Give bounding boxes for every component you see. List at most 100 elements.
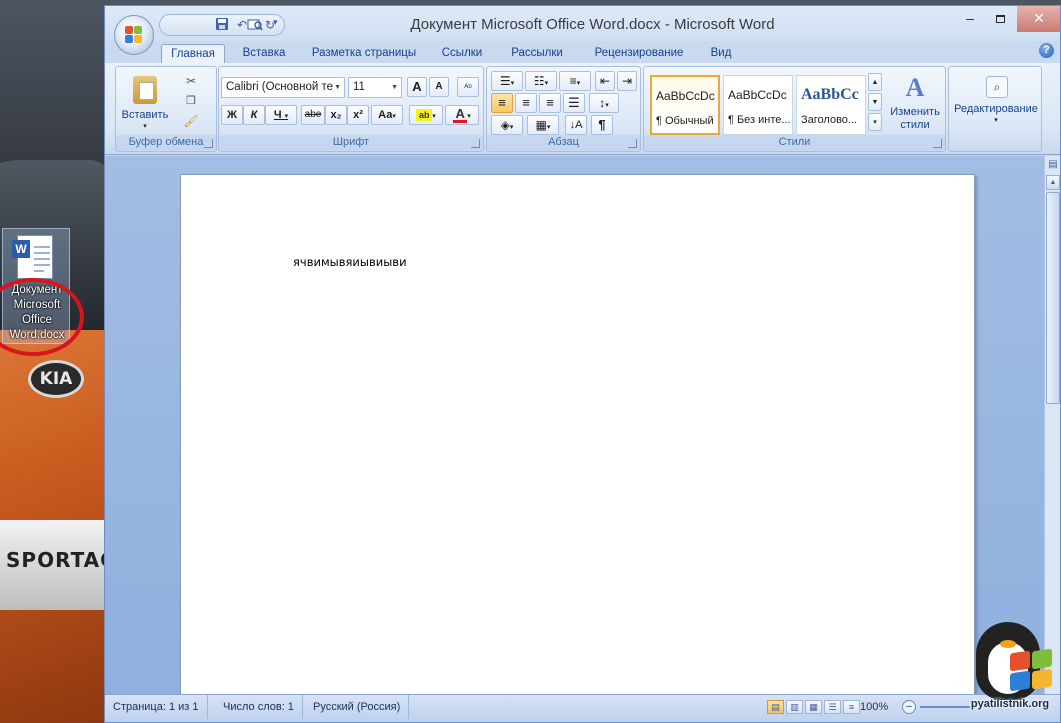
chevron-down-icon: ▾ (994, 117, 998, 124)
decrease-indent-icon[interactable]: ⇤ (595, 71, 615, 91)
align-center-icon[interactable]: ≡ (515, 93, 537, 113)
word-document-icon (12, 235, 53, 279)
align-left-icon[interactable]: ≡ (491, 93, 513, 113)
office-button[interactable] (114, 15, 154, 55)
font-size-input[interactable]: 11 ▼ (348, 77, 402, 98)
scroll-thumb[interactable] (1046, 192, 1060, 404)
help-icon[interactable]: ? (1039, 43, 1054, 58)
tab-review[interactable]: Рецензирование (583, 44, 695, 63)
align-right-icon[interactable]: ≡ (539, 93, 561, 113)
italic-button[interactable]: К (243, 105, 265, 125)
minimize-button[interactable]: – (957, 6, 983, 32)
dialog-launcher-icon[interactable] (204, 139, 213, 148)
line-spacing-icon[interactable]: ↕▾ (589, 93, 619, 113)
web-layout-icon[interactable]: ▦ (805, 700, 822, 714)
shading-icon[interactable]: ◈▾ (491, 115, 523, 135)
increase-indent-icon[interactable]: ⇥ (617, 71, 637, 91)
tab-view[interactable]: Вид (705, 44, 737, 63)
chevron-down-icon[interactable]: ▼ (868, 93, 882, 111)
full-screen-reading-icon[interactable]: ▥ (786, 700, 803, 714)
office-logo-icon (125, 26, 143, 44)
word-count[interactable]: Число слов: 1 (215, 695, 303, 719)
bold-button[interactable]: Ж (221, 105, 243, 125)
font-name-input[interactable]: Calibri (Основной те ▼ (221, 77, 345, 98)
language-indicator[interactable]: Русский (Россия) (305, 695, 410, 719)
font-color-button[interactable]: A ▾ (445, 105, 479, 125)
document-page[interactable]: ячвимывяиывиыви (180, 174, 975, 714)
tab-page-layout[interactable]: Разметка страницы (303, 44, 425, 63)
borders-icon[interactable]: ▦▾ (527, 115, 559, 135)
style-no-spacing[interactable]: AaBbCcDc ¶ Без инте... (723, 75, 793, 135)
tab-insert[interactable]: Вставка (233, 44, 295, 63)
multilevel-list-icon[interactable]: ≡▾ (559, 71, 591, 91)
subscript-button[interactable]: x₂ (325, 105, 347, 125)
car-model-badge: SPORTAG (6, 548, 118, 572)
title-bar: ↶ ▾ ↻ ▾ Документ Microsoft Office Word.d… (105, 6, 1060, 41)
strikethrough-button[interactable]: abe (301, 105, 325, 125)
style-name: Заголово... (801, 114, 858, 126)
ribbon: Вставить ▾ ✂ ❐ 🖌 Буфер обмена Calibri (О… (105, 63, 1060, 155)
grow-font-button[interactable]: A (407, 77, 427, 97)
chevron-down-icon: ▾ (432, 113, 436, 120)
binoculars-icon: ⌕ (986, 76, 1008, 98)
style-name: ¶ Обычный (656, 115, 714, 127)
style-preview: AaBbCcDc (656, 89, 715, 103)
paragraph-group-label: Абзац (487, 135, 640, 150)
chevron-down-icon: ▼ (391, 84, 398, 91)
format-painter-icon[interactable]: 🖌 (178, 111, 204, 129)
font-group-label: Шрифт (219, 135, 483, 150)
clear-formatting-icon[interactable]: ᴬᵇ (457, 77, 479, 97)
sort-icon[interactable]: ↓A (565, 115, 587, 135)
vertical-scrollbar[interactable]: ▤ ▲ (1044, 156, 1060, 694)
watermark-text: pyatilistnik.org (970, 698, 1050, 710)
change-styles-label: Изменить стили (890, 106, 940, 131)
shrink-font-button[interactable]: A (429, 77, 449, 97)
numbering-icon[interactable]: ☷▾ (525, 71, 557, 91)
font-size-value: 11 (353, 81, 365, 93)
page-count[interactable]: Страница: 1 из 1 (105, 695, 208, 719)
document-text[interactable]: ячвимывяиывиыви (293, 255, 407, 269)
scroll-up-button[interactable]: ▲ (1046, 175, 1060, 190)
print-layout-icon[interactable]: ▤ (767, 700, 784, 714)
tab-references[interactable]: Ссылки (435, 44, 489, 63)
word-window: ↶ ▾ ↻ ▾ Документ Microsoft Office Word.d… (104, 5, 1061, 723)
draft-icon[interactable]: ≡ (843, 700, 860, 714)
change-styles-button[interactable]: A Изменить стили (884, 71, 944, 135)
status-bar: Страница: 1 из 1 Число слов: 1 Русский (… (105, 694, 1060, 722)
style-preview: AaBbCc (801, 86, 859, 103)
bullets-icon[interactable]: ☰▾ (491, 71, 523, 91)
clipboard-group-label: Буфер обмена (116, 135, 216, 150)
paste-button[interactable]: Вставить ▾ (120, 71, 168, 135)
maximize-button[interactable] (987, 6, 1013, 32)
tab-mailings[interactable]: Рассылки (503, 44, 571, 63)
chevron-up-icon[interactable]: ▲ (868, 73, 882, 91)
chevron-down-icon: ▾ (392, 113, 396, 120)
maximize-icon (995, 15, 1005, 23)
cut-icon[interactable]: ✂ (178, 71, 204, 89)
close-button[interactable]: ✕ (1017, 6, 1060, 32)
change-styles-icon: A (905, 73, 925, 102)
zoom-out-button[interactable]: − (902, 700, 916, 714)
show-marks-icon[interactable]: ¶ (591, 115, 613, 135)
ribbon-tabs: Главная Вставка Разметка страницы Ссылки… (105, 41, 1060, 63)
font-color-icon: A (453, 107, 468, 123)
dialog-launcher-icon[interactable] (628, 139, 637, 148)
copy-icon[interactable]: ❐ (178, 91, 204, 109)
style-heading[interactable]: AaBbCc Заголово... (796, 75, 866, 135)
highlight-color-button[interactable]: ab ▾ (409, 105, 443, 125)
chevron-down-icon: ▼ (334, 84, 341, 91)
style-normal[interactable]: AaBbCcDc ¶ Обычный (650, 75, 720, 135)
more-styles-icon[interactable]: ▾ (868, 113, 882, 131)
dialog-launcher-icon[interactable] (471, 139, 480, 148)
change-case-button[interactable]: Аа▾ (371, 105, 403, 125)
tab-home[interactable]: Главная (161, 44, 225, 63)
dialog-launcher-icon[interactable] (933, 139, 942, 148)
ruler-toggle-icon[interactable]: ▤ (1046, 158, 1060, 172)
superscript-button[interactable]: x² (347, 105, 369, 125)
outline-icon[interactable]: ☰ (824, 700, 841, 714)
justify-icon[interactable]: ☰ (563, 93, 585, 113)
editing-button[interactable]: ⌕ Редактирование ▾ (951, 71, 1039, 135)
font-group: Calibri (Основной те ▼ 11 ▼ A A ᴬᵇ Ж К Ч… (218, 66, 484, 152)
zoom-level[interactable]: 100% (860, 695, 888, 719)
underline-button[interactable]: Ч ▾ (265, 105, 297, 125)
